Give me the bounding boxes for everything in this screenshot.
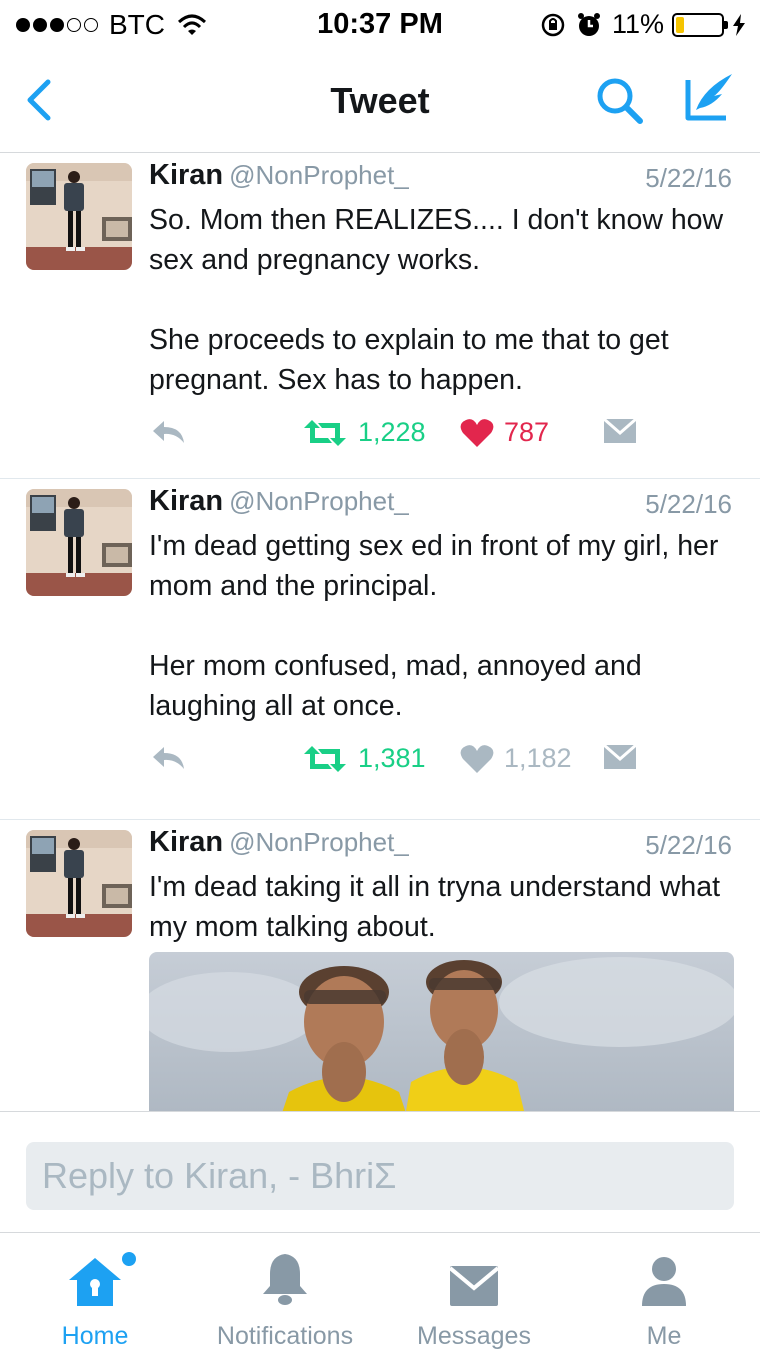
tweet-media-image[interactable] (149, 952, 734, 1111)
like-button[interactable]: 1,182 (460, 743, 572, 774)
like-count: 1,182 (504, 743, 572, 773)
status-right: 11% (540, 9, 746, 40)
author-handle[interactable]: @NonProphet_ (229, 827, 409, 857)
charging-bolt-icon (733, 13, 745, 36)
reply-icon (153, 747, 184, 769)
tweet-actions: 1,228 787 (150, 417, 650, 457)
author-handle[interactable]: @NonProphet_ (229, 160, 409, 190)
direct-message-button[interactable] (602, 743, 638, 771)
rotation-lock-icon (541, 13, 565, 36)
home-icon-wrap (10, 1250, 180, 1308)
author-name[interactable]: Kiran (149, 826, 223, 858)
battery-percent: 11% (611, 9, 664, 39)
retweet-button[interactable]: 1,228 (302, 417, 426, 448)
page-title: Tweet (330, 80, 430, 121)
tweet[interactable]: Kiran @NonProphet_ 5/22/16 So. Mom then R… (0, 153, 760, 479)
envelope-icon (448, 1266, 500, 1306)
compose-icon[interactable] (680, 70, 736, 126)
like-button[interactable]: 787 (460, 417, 549, 448)
heart-icon (460, 744, 494, 773)
battery-icon (672, 12, 728, 37)
reply-icon (153, 421, 184, 443)
tweet-date: 5/22/16 (645, 163, 732, 193)
heart-icon (460, 418, 494, 447)
avatar[interactable] (26, 830, 132, 937)
retweet-icon (304, 745, 346, 772)
reply-input[interactable] (26, 1142, 734, 1210)
author-name[interactable]: Kiran (149, 159, 223, 191)
tweet-feed[interactable]: Kiran @NonProphet_ 5/22/16 So. Mom then R… (0, 153, 760, 1111)
retweet-count: 1,228 (358, 417, 426, 447)
retweet-button[interactable]: 1,381 (302, 743, 426, 774)
tab-home[interactable]: Home (10, 1250, 180, 1351)
retweet-count: 1,381 (358, 743, 426, 773)
author-name[interactable]: Kiran (149, 485, 223, 517)
alarm-icon (577, 12, 600, 36)
tweet[interactable]: Kiran @NonProphet_ 5/22/16 I'm dead takin… (0, 820, 760, 1111)
tab-messages[interactable]: Messages (389, 1250, 559, 1351)
like-count: 787 (504, 417, 550, 447)
person-icon (642, 1257, 686, 1306)
reply-button[interactable] (150, 417, 188, 447)
envelope-icon (603, 417, 637, 443)
tweet-header: Kiran @NonProphet_ 5/22/16 (149, 485, 734, 521)
envelope-icon (603, 743, 637, 769)
direct-message-button[interactable] (602, 417, 638, 445)
tweet-date: 5/22/16 (645, 830, 732, 860)
tab-label: Home (61, 1322, 129, 1350)
tweet-header: Kiran @NonProphet_ 5/22/16 (149, 159, 734, 195)
tweet[interactable]: Kiran @NonProphet_ 5/22/16 I'm dead getti… (0, 479, 760, 820)
tab-label: Messages (417, 1322, 531, 1350)
retweet-icon (304, 419, 346, 446)
new-items-indicator (122, 1252, 136, 1266)
tweet-date: 5/22/16 (645, 489, 732, 519)
avatar[interactable] (26, 489, 132, 596)
tweet-text: I'm dead taking it all in tryna understa… (149, 871, 721, 943)
tab-notifications[interactable]: Notifications (200, 1250, 370, 1351)
search-icon[interactable] (594, 76, 646, 126)
tab-label: Notifications (216, 1322, 354, 1350)
bell-icon (263, 1254, 307, 1305)
tweet-text: I'm dead getting sex ed in front of my g… (149, 530, 719, 722)
tab-label: Me (646, 1322, 682, 1350)
tweet-actions: 1,381 1,182 (150, 743, 650, 783)
reply-bar (0, 1111, 760, 1233)
avatar[interactable] (26, 163, 132, 270)
reply-button[interactable] (150, 743, 188, 773)
home-icon (69, 1258, 121, 1306)
tab-me[interactable]: Me (579, 1250, 749, 1351)
status-bar: BTC 10:37 PM 11% (0, 0, 760, 50)
tab-bar: Home Notifications Messages Me (0, 1234, 760, 1351)
tweet-text: So. Mom then REALIZES.... I don't know h… (149, 204, 724, 396)
nav-bar: Tweet (0, 50, 760, 153)
author-handle[interactable]: @NonProphet_ (229, 486, 409, 516)
tweet-header: Kiran @NonProphet_ 5/22/16 (149, 826, 734, 862)
